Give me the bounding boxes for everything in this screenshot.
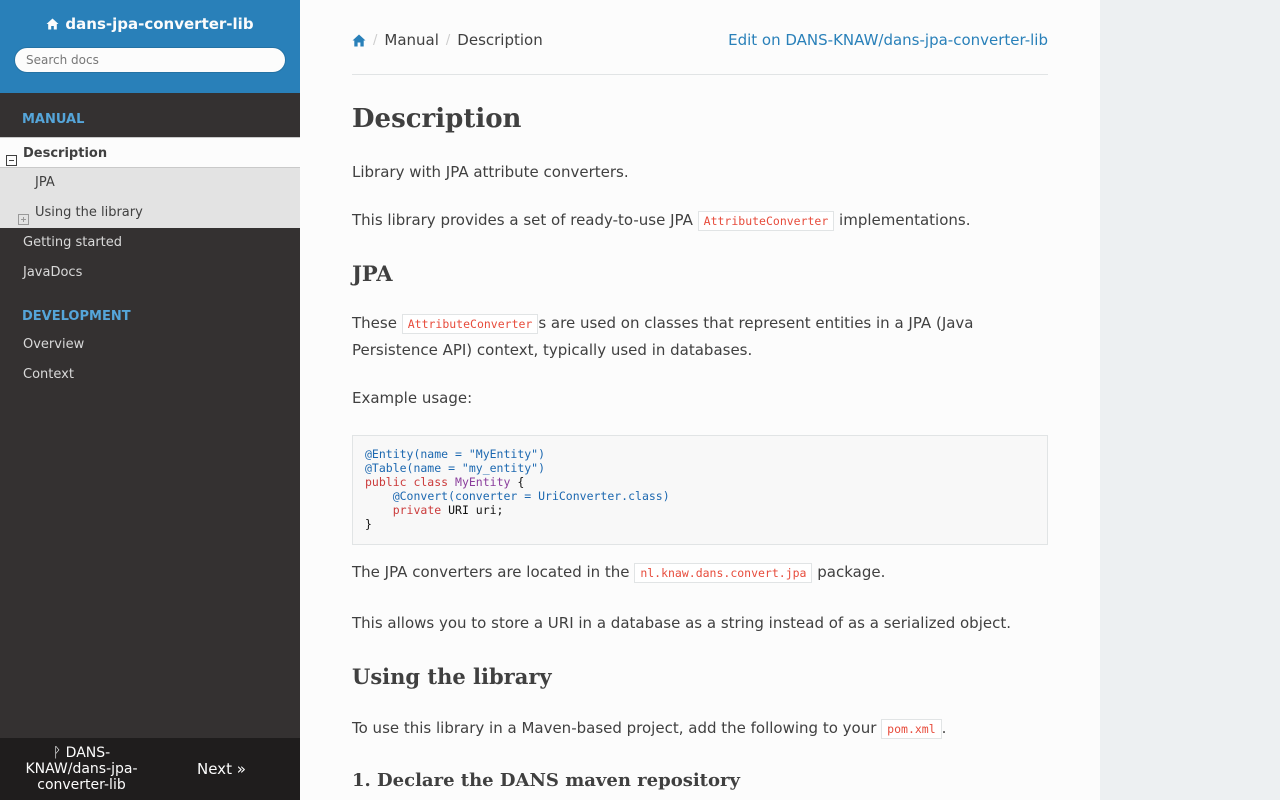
sidebar-item-label: JPA	[35, 175, 55, 190]
paragraph: This allows you to store a URI in a data…	[352, 610, 1048, 636]
code-class-name: MyEntity	[455, 475, 511, 489]
search-form	[14, 47, 286, 73]
home-icon[interactable]	[352, 34, 366, 47]
code-line: }	[365, 517, 372, 531]
expand-icon[interactable]	[18, 207, 29, 225]
paragraph: Example usage:	[352, 385, 1048, 411]
sidebar-subnav: JPA Using the library	[0, 168, 300, 228]
sidebar-item-getting-started[interactable]: Getting started	[0, 228, 300, 258]
collapse-icon[interactable]	[6, 147, 17, 166]
paragraph: Library with JPA attribute converters.	[352, 159, 1048, 185]
sidebar-footer: ᚹ DANS-KNAW/dans-jpa-converter-lib Next …	[0, 738, 300, 800]
caption-development: DEVELOPMENT	[22, 309, 131, 324]
code-keyword: public class	[365, 475, 449, 489]
sidebar-item-context[interactable]: Context	[0, 360, 300, 390]
code-line: @Entity(name = "MyEntity")	[365, 447, 546, 461]
sidebar-item-label: Description	[23, 146, 108, 161]
inline-code: nl.knaw.dans.convert.jpa	[634, 563, 813, 583]
paragraph: The JPA converters are located in the nl…	[352, 559, 1048, 586]
section-heading-using-the-library: Using the library	[352, 664, 552, 689]
git-branch-icon: ᚹ	[52, 745, 62, 761]
paragraph: This library provides a set of ready-to-…	[352, 207, 1048, 234]
paragraph-text: These	[352, 314, 402, 332]
code-keyword: private	[392, 503, 442, 517]
paragraph: To use this library in a Maven-based pro…	[352, 715, 1048, 742]
breadcrumb-separator: /	[373, 32, 378, 48]
sidebar-item-using-the-library[interactable]: Using the library	[0, 198, 300, 228]
code-line: @Table(name = "my_entity")	[365, 461, 546, 475]
paragraph-text: Example usage:	[352, 389, 473, 407]
page-title: Description	[352, 104, 522, 134]
code-block: @Entity(name = "MyEntity") @Table(name =…	[352, 435, 1048, 545]
inline-code: AttributeConverter	[697, 211, 835, 231]
caption-manual: MANUAL	[22, 112, 85, 127]
main-content: / Manual / Description Edit on DANS-KNAW…	[300, 0, 1100, 800]
sidebar-item-description[interactable]: Description	[0, 137, 300, 168]
paragraph-text: The JPA converters are located in the	[352, 563, 635, 581]
paragraph-text: package.	[812, 563, 886, 581]
repo-label: DANS-KNAW/dans-jpa-converter-lib	[25, 745, 138, 793]
sidebar-item-label: Using the library	[35, 205, 143, 220]
sidebar-item-javadocs[interactable]: JavaDocs	[0, 258, 300, 288]
paragraph-text: Library with JPA attribute converters.	[352, 163, 629, 181]
section-heading-declare-repository: 1. Declare the DANS maven repository	[352, 770, 740, 791]
inline-code: pom.xml	[881, 719, 942, 739]
paragraph-text: To use this library in a Maven-based pro…	[352, 719, 882, 737]
paragraph-text: This library provides a set of ready-to-…	[352, 211, 698, 229]
breadcrumb-current: Description	[457, 31, 543, 49]
code-text: URI uri;	[441, 503, 504, 517]
sidebar: dans-jpa-converter-lib MANUAL Descriptio…	[0, 0, 300, 800]
repo-link[interactable]: ᚹ DANS-KNAW/dans-jpa-converter-lib	[14, 745, 149, 793]
breadcrumb-manual[interactable]: Manual	[384, 31, 439, 49]
project-title: dans-jpa-converter-lib	[65, 15, 254, 33]
paragraph-text: implementations.	[834, 211, 971, 229]
home-icon	[46, 18, 59, 30]
inline-code: AttributeConverter	[401, 314, 539, 334]
sidebar-item-jpa[interactable]: JPA	[0, 168, 300, 198]
edit-on-github-link[interactable]: Edit on DANS-KNAW/dans-jpa-converter-lib	[728, 31, 1048, 49]
breadcrumb-separator: /	[445, 32, 451, 48]
paragraph-text: This allows you to store a URI in a data…	[352, 614, 1011, 632]
code-line: @Convert(converter = UriConverter.class)	[392, 489, 670, 503]
sidebar-item-overview[interactable]: Overview	[0, 330, 300, 360]
paragraph-text: .	[941, 719, 947, 737]
search-input[interactable]	[14, 47, 286, 73]
paragraph: These AttributeConverter s are used on cl…	[352, 310, 1048, 363]
sidebar-header: dans-jpa-converter-lib	[0, 0, 300, 93]
project-home-link[interactable]: dans-jpa-converter-lib	[46, 15, 254, 33]
breadcrumb-list: / Manual / Description	[352, 31, 543, 49]
code-text: {	[510, 475, 525, 489]
breadcrumb: / Manual / Description Edit on DANS-KNAW…	[352, 0, 1048, 75]
next-link[interactable]: Next »	[197, 760, 246, 778]
section-heading-jpa: JPA	[352, 261, 393, 286]
